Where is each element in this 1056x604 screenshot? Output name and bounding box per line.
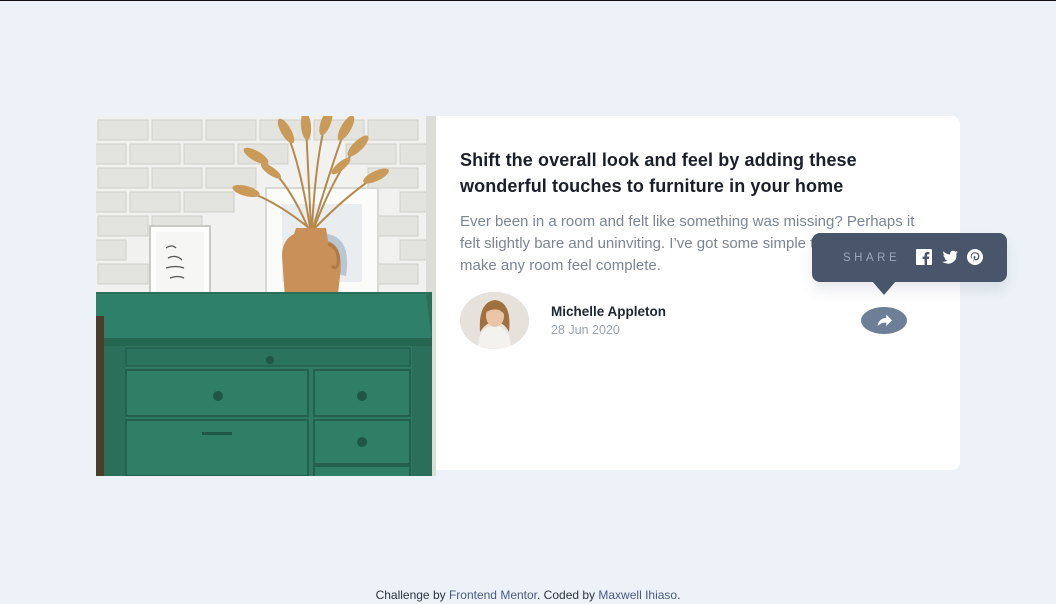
article-image (96, 116, 436, 476)
share-button[interactable] (861, 307, 907, 334)
pinterest-icon[interactable] (967, 249, 983, 265)
facebook-icon[interactable] (916, 249, 932, 265)
footer-suffix: . (677, 588, 681, 602)
avatar-photo (460, 292, 529, 349)
frontend-mentor-link[interactable]: Frontend Mentor (449, 588, 537, 602)
attribution-footer: Challenge by Frontend Mentor. Coded by M… (0, 588, 1056, 602)
twitter-icon[interactable] (942, 249, 958, 265)
footer-prefix: Challenge by (375, 588, 449, 602)
article-title: Shift the overall look and feel by addin… (460, 150, 857, 196)
author-link[interactable]: Maxwell Ihiaso (598, 588, 677, 602)
publish-date: 28 Jun 2020 (551, 323, 620, 337)
popover-arrow (872, 281, 896, 295)
author-name: Michelle Appleton (551, 304, 667, 319)
drawers-photo (96, 116, 436, 476)
footer-middle: . Coded by (537, 588, 599, 602)
share-icon (876, 314, 892, 327)
avatar (460, 292, 529, 349)
share-label: SHARE (843, 252, 901, 264)
top-border (0, 0, 1056, 1)
